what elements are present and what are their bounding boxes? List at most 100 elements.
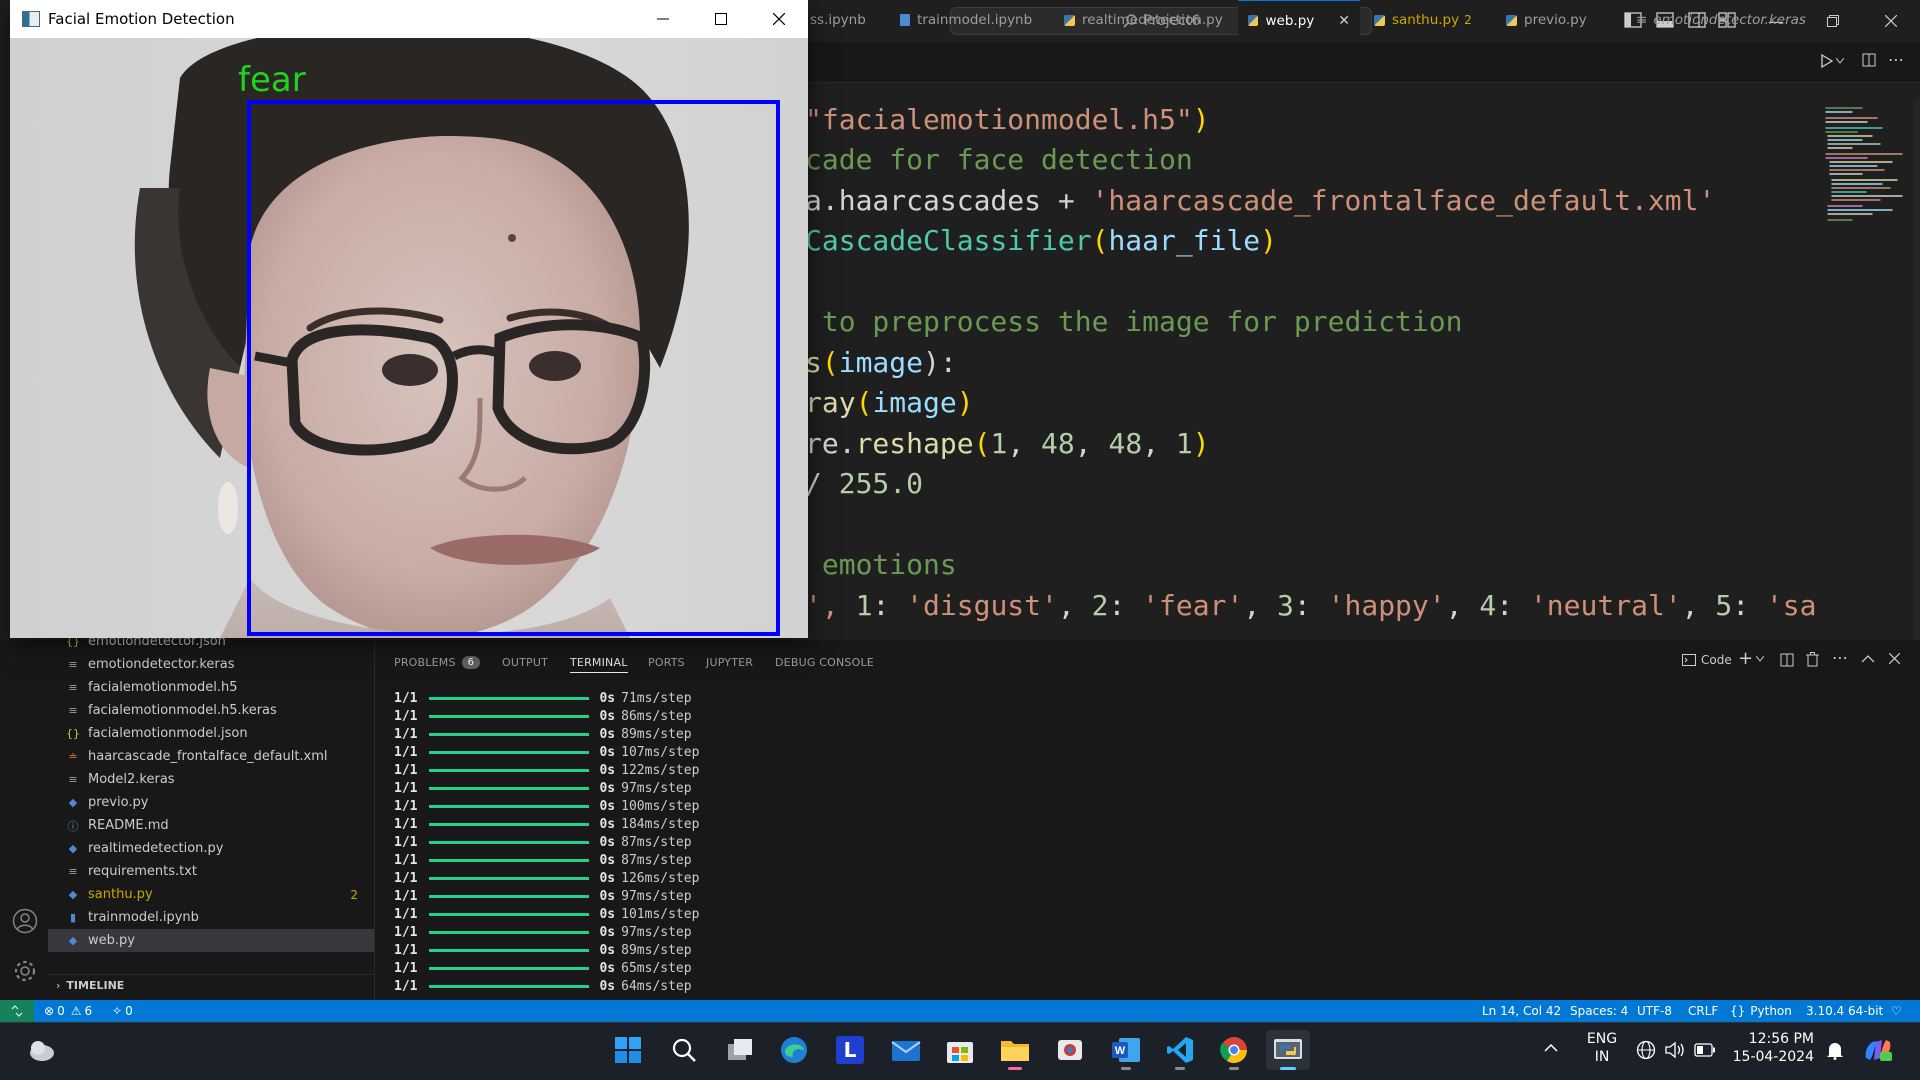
step-count: 1/1 xyxy=(394,888,418,904)
file-item[interactable]: ◆ previo.py xyxy=(48,791,374,814)
file-item[interactable]: ◆ santhu.py 2 xyxy=(48,883,374,906)
python-interpreter[interactable]: 3.10.4 64-bit xyxy=(1806,1000,1883,1022)
input-language-indicator[interactable]: ENG IN xyxy=(1580,1030,1624,1066)
python-icon[interactable] xyxy=(1266,1030,1310,1070)
file-item[interactable]: ≐ haarcascade_frontalface_default.xml xyxy=(48,745,374,768)
status-bar xyxy=(0,1000,1920,1022)
error-count: 0 xyxy=(57,1004,65,1018)
tab-realtimedetection[interactable]: realtimedetection.py xyxy=(1054,0,1234,40)
l-app-icon[interactable]: L xyxy=(830,1030,870,1070)
edge-icon[interactable] xyxy=(774,1030,814,1070)
minimize-button[interactable] xyxy=(634,0,692,38)
mail-icon[interactable] xyxy=(886,1030,926,1070)
tab-problems[interactable]: PROBLEMS 6 xyxy=(394,652,481,672)
network-globe-icon[interactable] xyxy=(1636,1040,1656,1060)
file-item[interactable]: ≡ facialemotionmodel.h5 xyxy=(48,676,374,699)
elapsed-time: 0s xyxy=(599,798,616,814)
store-icon[interactable] xyxy=(940,1030,980,1070)
tab-ports[interactable]: PORTS xyxy=(648,652,685,672)
weather-icon[interactable] xyxy=(26,1036,58,1064)
step-count: 1/1 xyxy=(394,906,418,922)
task-view-icon[interactable] xyxy=(720,1030,760,1070)
language-mode[interactable]: {} Python xyxy=(1730,1000,1792,1022)
tab-web-py[interactable]: web.py ✕ xyxy=(1238,0,1360,40)
code-editor[interactable]: "facialemotionmodel.h5") cade for face d… xyxy=(805,100,1817,640)
indentation[interactable]: Spaces: 4 xyxy=(1570,1000,1628,1022)
file-item[interactable]: {} facialemotionmodel.json xyxy=(48,722,374,745)
manage-gear-icon[interactable] xyxy=(12,958,38,984)
vscode-icon[interactable] xyxy=(1160,1030,1200,1070)
file-item[interactable]: ≡ Model2.keras xyxy=(48,768,374,791)
tab-santhu-py[interactable]: santhu.py 2 xyxy=(1364,0,1484,40)
maximize-panel-chevron-up-icon[interactable] xyxy=(1862,655,1874,663)
step-count: 1/1 xyxy=(394,852,418,868)
snipping-tool-icon[interactable] xyxy=(1050,1030,1090,1070)
file-item[interactable]: ≡ requirements.txt xyxy=(48,860,374,883)
vscode-restore-button[interactable] xyxy=(1810,8,1856,34)
tab-notebook[interactable]: ss.ipynb xyxy=(800,0,890,40)
show-hidden-icons-chevron-up-icon[interactable] xyxy=(1544,1043,1558,1052)
window-title-bar[interactable]: Facial Emotion Detection xyxy=(10,0,808,38)
close-panel-icon[interactable] xyxy=(1889,653,1900,664)
chrome-icon[interactable] xyxy=(1214,1030,1254,1070)
ports-status[interactable]: ✧ 0 xyxy=(112,1000,133,1022)
facial-emotion-detection-window[interactable]: Facial Emotion Detection fear xyxy=(10,0,808,638)
step-count: 1/1 xyxy=(394,816,418,832)
notification-bell-icon[interactable] xyxy=(1826,1040,1844,1060)
file-name: haarcascade_frontalface_default.xml xyxy=(88,749,328,764)
maximize-button[interactable] xyxy=(692,0,750,38)
tab-terminal[interactable]: TERMINAL xyxy=(570,652,628,673)
chevron-down-icon[interactable] xyxy=(1756,656,1764,662)
file-explorer-icon[interactable] xyxy=(995,1030,1035,1070)
cursor-position[interactable]: Ln 14, Col 42 xyxy=(1482,1000,1561,1022)
start-icon[interactable] xyxy=(608,1030,648,1070)
more-actions-icon[interactable]: ⋯ xyxy=(1832,648,1848,667)
file-item[interactable]: ▮ trainmodel.ipynb xyxy=(48,906,374,929)
chevron-down-icon[interactable] xyxy=(1836,58,1844,64)
end-of-line[interactable]: CRLF xyxy=(1688,1000,1718,1022)
editor-scrollbar[interactable] xyxy=(1914,100,1920,640)
file-item[interactable]: ◆ realtimedetection.py xyxy=(48,837,374,860)
copilot-icon[interactable] xyxy=(1862,1036,1894,1064)
file-item[interactable]: ≡ facialemotionmodel.h5.keras xyxy=(48,699,374,722)
minimap[interactable] xyxy=(1822,100,1912,640)
tab-previo-py[interactable]: previo.py xyxy=(1496,0,1606,40)
timeline-section-header[interactable]: › TIMELINE xyxy=(48,974,374,996)
terminal-selector[interactable]: Code xyxy=(1682,650,1732,670)
notifications-bell-icon[interactable]: ♡ xyxy=(1891,1000,1902,1022)
tab-jupyter[interactable]: JUPYTER xyxy=(706,652,753,672)
code-line: emotions xyxy=(805,548,957,581)
remote-indicator[interactable] xyxy=(0,1000,34,1022)
split-terminal-icon[interactable] xyxy=(1780,653,1794,667)
tab-debug-console[interactable]: DEBUG CONSOLE xyxy=(775,652,874,672)
tab-trainmodel[interactable]: trainmodel.ipynb xyxy=(890,0,1050,40)
file-item[interactable]: ≡ emotiondetector.keras xyxy=(48,653,374,676)
language-code: ENG xyxy=(1586,1031,1618,1047)
run-python-file-icon[interactable] xyxy=(1820,54,1834,68)
clock[interactable]: 12:56 PM 15-04-2024 xyxy=(1716,1030,1814,1066)
file-item[interactable]: ⓘ README.md xyxy=(48,814,374,837)
file-name: facialemotionmodel.h5 xyxy=(88,680,238,695)
close-button[interactable] xyxy=(750,0,808,38)
word-icon[interactable]: W xyxy=(1106,1030,1146,1070)
volume-icon[interactable] xyxy=(1664,1040,1686,1060)
file-item[interactable]: ◆ web.py xyxy=(48,929,374,952)
new-terminal-plus-icon[interactable]: + xyxy=(1738,648,1753,669)
search-icon[interactable] xyxy=(664,1030,704,1070)
problems-status[interactable]: ⊗ 0 ⚠ 6 xyxy=(44,1000,92,1022)
timeline-label: TIMELINE xyxy=(66,979,125,992)
tab-label: PROBLEMS xyxy=(394,655,456,669)
vscode-close-button[interactable] xyxy=(1868,8,1914,34)
more-actions-icon[interactable]: ⋯ xyxy=(1888,50,1904,69)
tab-emotiondetector-keras[interactable]: ≡ emotiondetector.keras xyxy=(1626,0,1806,40)
python-file-icon xyxy=(1506,14,1517,26)
accounts-icon[interactable] xyxy=(12,908,38,934)
svg-text:W: W xyxy=(1115,1045,1126,1057)
trash-icon[interactable] xyxy=(1806,652,1819,667)
split-editor-icon[interactable] xyxy=(1862,53,1876,67)
encoding[interactable]: UTF-8 xyxy=(1637,1000,1672,1022)
close-tab-icon[interactable]: ✕ xyxy=(1338,13,1350,29)
battery-icon[interactable] xyxy=(1694,1043,1716,1057)
tab-output[interactable]: OUTPUT xyxy=(502,652,548,672)
file-name: requirements.txt xyxy=(88,864,198,879)
